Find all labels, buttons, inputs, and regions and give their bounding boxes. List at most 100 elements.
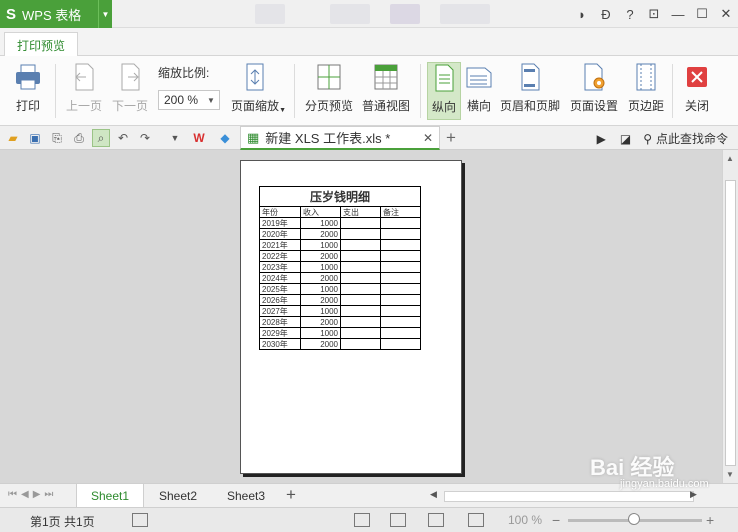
restore-ribbon-icon[interactable]: ⊡ <box>642 2 666 26</box>
scroll-thumb[interactable] <box>725 180 736 466</box>
page-break-preview-button[interactable]: 分页预览 <box>303 62 355 120</box>
data-table: 年份 收入 支出 备注 2019年 1000 2020年 2000 2021年 1000 2022年… <box>259 206 421 350</box>
slideshow-icon[interactable]: ▶ <box>597 132 606 146</box>
page-setup-button[interactable]: 页面设置 <box>567 62 621 120</box>
prev-page-icon <box>75 63 94 91</box>
page-setup-icon <box>584 63 605 91</box>
normal-view-icon <box>374 64 398 90</box>
open-folder-icon[interactable]: ▰ <box>4 129 22 147</box>
zoom-percent: 100 % <box>508 513 543 527</box>
wps-cloud-icon[interactable]: W <box>190 129 208 147</box>
reading-mode-icon[interactable] <box>468 513 484 527</box>
zoom-in-icon[interactable]: + <box>706 512 714 528</box>
document-tab[interactable]: ▦ 新建 XLS 工作表.xls * ✕ <box>240 126 440 150</box>
table-row: 2027年 1000 <box>259 305 421 317</box>
sheet-tab-3[interactable]: Sheet3 <box>214 484 278 508</box>
sheet-nav-arrows[interactable]: ⏮◀▶⏭ <box>8 489 57 500</box>
prev-page-button[interactable]: 上一页 <box>62 62 106 120</box>
normal-view-icon[interactable] <box>354 513 370 527</box>
table-cell <box>340 261 381 273</box>
sheet-view-icon[interactable] <box>132 513 148 527</box>
table-cell: 2000 <box>300 250 341 262</box>
minimize-icon[interactable]: — <box>666 2 690 26</box>
app-menu-button[interactable]: S WPS 表格 ▼ <box>0 0 112 28</box>
scroll-up-icon[interactable]: ▲ <box>726 154 734 163</box>
add-sheet-icon[interactable]: + <box>286 485 296 505</box>
feedback-icon[interactable]: ◪ <box>620 132 631 146</box>
export-icon[interactable]: ⎘ <box>48 129 66 147</box>
page-break-icon[interactable] <box>428 513 444 527</box>
spreadsheet-file-icon: ▦ <box>247 129 260 145</box>
printer-icon[interactable]: ⎙ <box>70 129 88 147</box>
table-cell: 2025年 <box>259 283 301 295</box>
close-preview-button[interactable]: 关闭 <box>680 62 714 120</box>
chevron-down-icon[interactable]: ▼ <box>98 0 112 28</box>
table-cell: 1000 <box>300 305 341 317</box>
table-cell <box>380 217 421 229</box>
table-cell <box>340 272 381 284</box>
next-page-icon <box>121 63 140 91</box>
table-row: 2030年 2000 <box>259 338 421 350</box>
sheet-tab-1[interactable]: Sheet1 <box>76 484 144 508</box>
table-cell <box>380 228 421 240</box>
scroll-right-icon[interactable]: ▶ <box>690 489 697 500</box>
page-zoom-icon <box>246 63 264 91</box>
next-page-button[interactable]: 下一页 <box>108 62 152 120</box>
margins-button[interactable]: 页边距 <box>626 62 666 120</box>
scroll-thumb[interactable] <box>444 491 694 502</box>
table-cell: 1000 <box>300 261 341 273</box>
skin-icon[interactable]: ◗ <box>570 2 594 26</box>
undo-icon[interactable]: ↶ <box>114 129 132 147</box>
normal-view-button[interactable]: 普通视图 <box>360 62 412 120</box>
chevron-down-icon[interactable]: ▼ <box>166 129 184 147</box>
help-icon[interactable]: ? <box>618 2 642 26</box>
table-cell: 2030年 <box>259 338 301 350</box>
blurred-region <box>255 4 285 24</box>
separator <box>55 64 56 118</box>
table-row: 2026年 2000 <box>259 294 421 306</box>
blurred-region <box>330 4 370 24</box>
new-tab-icon[interactable]: + <box>446 128 456 148</box>
zoom-out-icon[interactable]: − <box>552 512 560 528</box>
print-preview-icon[interactable]: ⌕ <box>92 129 110 147</box>
sheet-tab-2[interactable]: Sheet2 <box>146 484 210 508</box>
redo-icon[interactable]: ↷ <box>136 129 154 147</box>
table-cell <box>380 239 421 251</box>
cube-icon[interactable]: ◆ <box>216 129 234 147</box>
scroll-left-icon[interactable]: ◀ <box>430 489 437 500</box>
table-header-cell: 备注 <box>380 206 421 218</box>
command-search[interactable]: ▶ ◪ ⚲ 点此查找命令 <box>597 130 728 147</box>
tab-print-preview[interactable]: 打印预览 <box>4 32 78 57</box>
zoom-slider-knob[interactable] <box>628 513 640 525</box>
vertical-scrollbar[interactable]: ▲ ▼ <box>722 150 738 483</box>
close-icon[interactable]: ✕ <box>714 2 738 26</box>
save-icon[interactable]: ▣ <box>26 129 44 147</box>
table-cell <box>340 294 381 306</box>
table-cell: 2000 <box>300 338 341 350</box>
header-footer-icon <box>521 63 540 91</box>
window-controls: ◗ Ð ? ⊡ — ☐ ✕ <box>570 0 738 28</box>
user-icon[interactable]: Ð <box>594 2 618 26</box>
page-layout-icon[interactable] <box>390 513 406 527</box>
table-row: 2020年 2000 <box>259 228 421 240</box>
table-cell <box>380 272 421 284</box>
maximize-icon[interactable]: ☐ <box>690 2 714 26</box>
watermark-url: jingyan.baidu.com <box>620 478 709 490</box>
table-header-row: 年份 收入 支出 备注 <box>259 206 421 218</box>
close-tab-icon[interactable]: ✕ <box>423 131 433 145</box>
table-row: 2023年 1000 <box>259 261 421 273</box>
zoom-select[interactable]: 200 % ▼ <box>158 90 220 110</box>
print-button[interactable]: 打印 <box>8 62 48 120</box>
scroll-down-icon[interactable]: ▼ <box>726 470 734 479</box>
separator <box>294 64 295 118</box>
portrait-button[interactable]: 纵向 <box>427 62 461 120</box>
landscape-button[interactable]: 横向 <box>463 62 495 120</box>
page-zoom-button[interactable]: 页面缩放 ▼ <box>224 62 286 120</box>
zoom-slider[interactable] <box>568 513 702 525</box>
table-cell <box>380 305 421 317</box>
ribbon: 打印 上一页 下一页 缩放比例: 200 % ▼ 页面缩放 ▼ 分页预览 普通视图… <box>0 56 738 126</box>
horizontal-scrollbar[interactable]: ◀ ▶ <box>428 488 718 504</box>
table-cell: 2000 <box>300 272 341 284</box>
header-footer-button[interactable]: 页眉和页脚 <box>498 62 562 120</box>
table-row: 2025年 1000 <box>259 283 421 295</box>
